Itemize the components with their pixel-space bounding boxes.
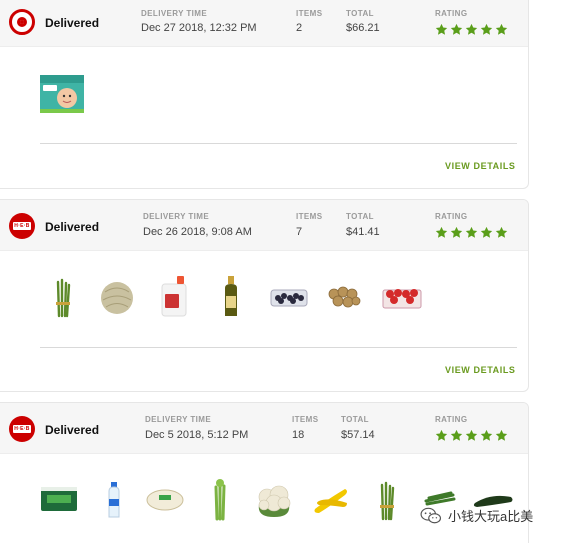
total-value: $66.21 [346, 22, 380, 34]
wechat-icon [420, 507, 442, 523]
order-header: H·E·B Delivered DELIVERY TIME Dec 5 2018… [0, 403, 528, 454]
star-icon [435, 226, 448, 238]
bagel-chips[interactable] [326, 284, 362, 310]
divider [40, 347, 517, 348]
total-value: $41.41 [346, 226, 380, 238]
order-status: Delivered [45, 220, 100, 234]
milk-gallon[interactable] [159, 274, 189, 318]
total-label: TOTAL [341, 415, 369, 424]
celery[interactable] [211, 479, 229, 521]
star-icon [480, 429, 493, 441]
delivery-time-label: DELIVERY TIME [145, 415, 212, 424]
rating-stars [435, 429, 508, 442]
items-label: ITEMS [292, 415, 319, 424]
heb-logo-icon: H·E·B [9, 416, 35, 442]
star-icon [465, 429, 478, 441]
total-label: TOTAL [346, 9, 374, 18]
view-details-link[interactable]: VIEW DETAILS [445, 365, 516, 375]
items-value: 7 [296, 226, 303, 238]
yogurt-pack[interactable] [39, 483, 79, 515]
order-status: Delivered [45, 423, 100, 437]
rating-label: RATING [435, 415, 468, 424]
delivery-time-label: DELIVERY TIME [143, 212, 210, 221]
total-label: TOTAL [346, 212, 374, 221]
rating-label: RATING [435, 9, 468, 18]
rating-label: RATING [435, 212, 468, 221]
delivery-time-value: Dec 27 2018, 12:32 PM [141, 22, 257, 34]
blackberries[interactable] [270, 286, 308, 308]
watermark: 小钱大玩a比美 [420, 506, 533, 525]
star-icon [450, 23, 463, 35]
items-label: ITEMS [296, 9, 323, 18]
star-icon [480, 23, 493, 35]
star-icon [450, 226, 463, 238]
star-icon [495, 226, 508, 238]
items-label: ITEMS [296, 212, 323, 221]
rating-stars [435, 226, 508, 239]
order-header: Delivered DELIVERY TIME Dec 27 2018, 12:… [0, 0, 528, 47]
yellow-squash[interactable] [311, 483, 351, 517]
divider [40, 143, 517, 144]
total-value: $57.14 [341, 429, 375, 441]
strawberries[interactable] [381, 282, 423, 310]
heb-logo-icon: H·E·B [9, 213, 35, 239]
rating-stars [435, 23, 508, 36]
tortilla-pack[interactable] [145, 487, 185, 513]
star-icon [495, 429, 508, 441]
star-icon [465, 23, 478, 35]
target-logo-icon [9, 9, 35, 35]
asparagus[interactable] [377, 481, 397, 521]
star-icon [435, 23, 448, 35]
water-bottle[interactable] [106, 481, 122, 519]
cantaloupe[interactable] [99, 280, 135, 316]
delivery-time-value: Dec 5 2018, 5:12 PM [145, 429, 249, 441]
delivery-time-label: DELIVERY TIME [141, 9, 208, 18]
star-icon [480, 226, 493, 238]
order-card: Delivered DELIVERY TIME Dec 27 2018, 12:… [0, 0, 529, 189]
order-header: H·E·B Delivered DELIVERY TIME Dec 26 201… [0, 200, 528, 251]
olive-oil-bottle[interactable] [221, 274, 241, 318]
items-value: 18 [292, 429, 305, 441]
order-status: Delivered [45, 16, 100, 30]
watermark-text: 小钱大玩a比美 [448, 509, 534, 524]
star-icon [495, 23, 508, 35]
star-icon [465, 226, 478, 238]
star-icon [435, 429, 448, 441]
items-value: 2 [296, 22, 303, 34]
asparagus[interactable] [53, 278, 73, 318]
cauliflower[interactable] [255, 483, 293, 519]
order-card: H·E·B Delivered DELIVERY TIME Dec 26 201… [0, 199, 529, 392]
green-beans[interactable] [423, 489, 457, 507]
view-details-link[interactable]: VIEW DETAILS [445, 161, 516, 171]
star-icon [450, 429, 463, 441]
delivery-time-value: Dec 26 2018, 9:08 AM [143, 226, 252, 238]
pampers-diapers-box[interactable] [39, 71, 85, 117]
